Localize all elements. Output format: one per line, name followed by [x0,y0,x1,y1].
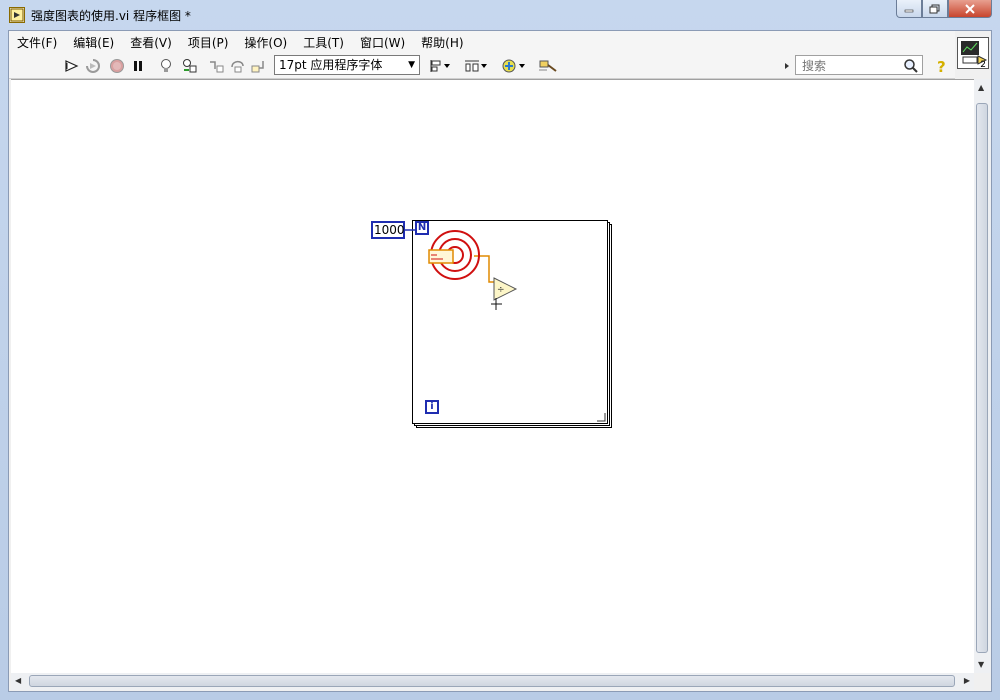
menu-bar: 文件(F) 编辑(E) 查看(V) 项目(P) 操作(O) 工具(T) 窗口(W… [9,31,955,53]
svg-text:÷: ÷ [497,285,505,295]
pause-icon [134,61,142,71]
menu-project[interactable]: 项目(P) [188,34,229,51]
random-dice-icon [428,249,454,264]
toolbar-overflow-button[interactable] [783,58,791,74]
reorder-button[interactable] [502,58,528,74]
random-number-node[interactable] [425,225,485,285]
scroll-right-icon[interactable]: ▶ [964,676,970,685]
vertical-scrollbar[interactable]: ▲ ▼ [974,79,991,673]
menu-tools[interactable]: 工具(T) [303,34,344,51]
close-button[interactable] [948,0,992,18]
menu-help[interactable]: 帮助(H) [421,34,463,51]
horizontal-scrollbar[interactable]: ◀ ▶ [11,673,974,690]
minimize-button[interactable] [896,0,922,18]
distribute-objects-icon [465,60,487,72]
vertical-scroll-thumb[interactable] [976,103,988,653]
title-bar[interactable]: 强度图表的使用.vi 程序框图 * [0,0,1000,30]
magnifier-icon [904,59,918,73]
chevron-right-icon [785,63,789,69]
close-icon [965,3,975,14]
divide-function[interactable]: ÷ [491,276,521,312]
horizontal-scroll-thumb[interactable] [29,675,955,687]
wiring-cursor-icon [491,298,502,310]
run-continuously-icon [86,59,100,73]
client-area: 文件(F) 编辑(E) 查看(V) 项目(P) 操作(O) 工具(T) 窗口(W… [8,30,992,692]
reorder-icon [502,59,525,73]
retain-wire-icon [183,59,197,73]
highlight-execution-button[interactable] [158,58,174,74]
block-diagram-canvas[interactable]: 1000 N i ÷ [11,79,974,674]
step-over-button[interactable] [230,58,246,74]
menu-edit[interactable]: 编辑(E) [73,34,114,51]
step-into-icon [210,61,224,73]
svg-text:?: ? [937,58,946,74]
distribute-objects-button[interactable] [464,58,490,74]
align-objects-icon [430,60,450,72]
abort-icon [110,59,124,73]
step-out-icon [251,61,264,73]
window-title: 强度图表的使用.vi 程序框图 * [31,9,191,23]
restore-icon [929,4,940,13]
iteration-terminal[interactable]: i [425,400,439,414]
search-button[interactable] [903,58,919,74]
connector-pane-label: 2 [980,60,986,70]
run-button[interactable] [64,58,80,74]
scroll-up-icon[interactable]: ▲ [978,83,984,92]
cleanup-diagram-icon [539,60,557,72]
minimize-icon [904,9,914,12]
menu-window[interactable]: 窗口(W) [360,34,405,51]
labview-window: 强度图表的使用.vi 程序框图 * 文件(F) 编辑(E) 查看(V) 项目(P… [0,0,1000,700]
menu-view[interactable]: 查看(V) [130,34,172,51]
vi-connector-icon[interactable]: 2 [957,37,989,70]
dropdown-arrow-icon: ▼ [408,60,415,70]
step-into-button[interactable] [208,58,224,74]
font-value: 17pt 应用程序字体 [279,58,383,72]
labview-app-icon [9,7,25,23]
lightbulb-icon [161,59,171,72]
help-question-icon: ? [937,58,946,74]
scroll-left-icon[interactable]: ◀ [15,676,21,685]
context-help-button[interactable]: ? [933,58,949,74]
step-over-icon [231,60,244,73]
numeric-constant[interactable]: 1000 [371,221,405,239]
restore-button[interactable] [922,0,948,18]
cleanup-diagram-button[interactable] [538,58,558,74]
abort-button[interactable] [109,58,125,74]
menu-operate[interactable]: 操作(O) [244,34,287,51]
run-arrow-icon [65,60,79,72]
search-input[interactable] [800,57,904,75]
retain-wire-values-button[interactable] [182,58,198,74]
run-continuously-button[interactable] [85,58,101,74]
toolbar: 17pt 应用程序字体 ▼ 搜索 ? [9,53,955,79]
pause-button[interactable] [130,58,146,74]
window-controls [896,0,992,20]
text-settings-dropdown[interactable]: 17pt 应用程序字体 ▼ [274,55,420,75]
loop-resize-corner-icon [597,413,606,422]
align-objects-button[interactable] [429,58,453,74]
menu-file[interactable]: 文件(F) [17,34,57,51]
scroll-down-icon[interactable]: ▼ [978,660,984,669]
step-out-button[interactable] [251,58,267,74]
